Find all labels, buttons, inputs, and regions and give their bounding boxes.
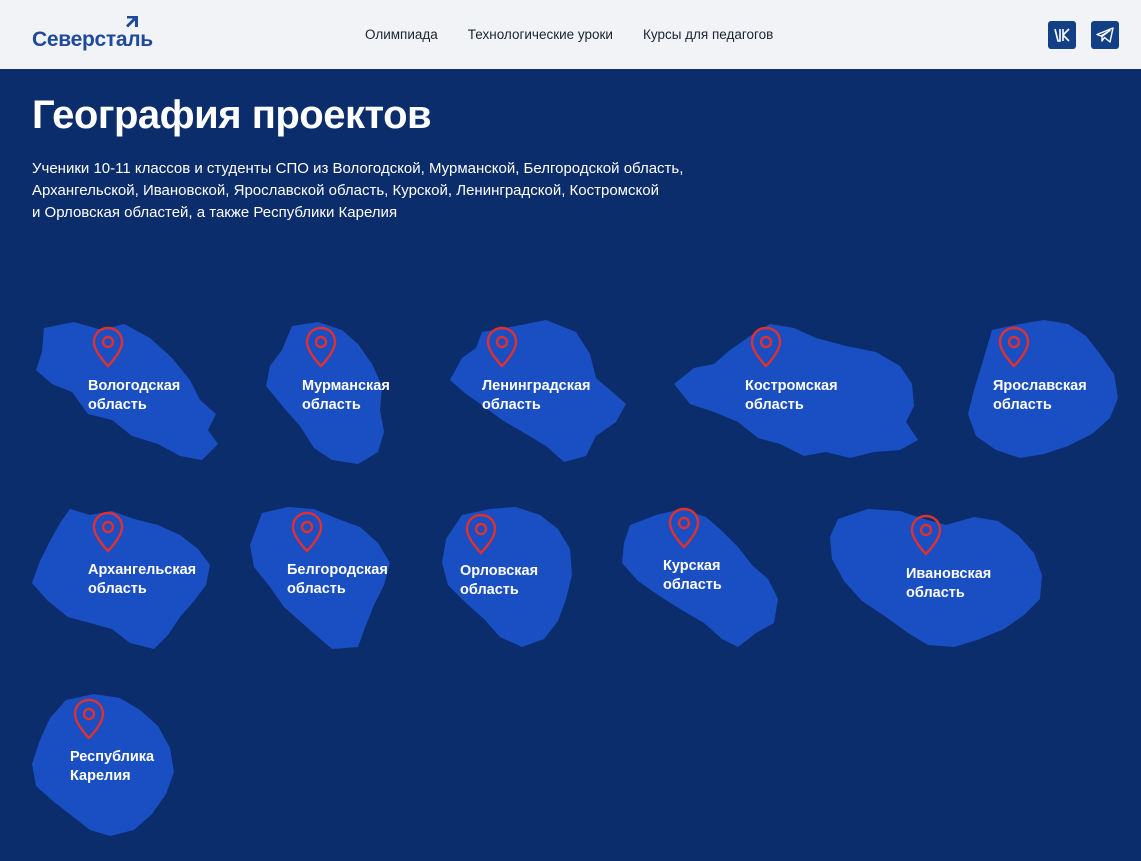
vk-button[interactable] xyxy=(1048,21,1076,49)
page-description: Ученики 10-11 классов и студенты СПО из … xyxy=(32,158,792,224)
map-pin-icon xyxy=(92,326,124,368)
map-pin-icon xyxy=(998,326,1030,368)
map-pin-icon xyxy=(486,326,518,368)
region-card-kostroma[interactable]: Костромская область xyxy=(668,320,924,462)
region-label: Костромская область xyxy=(745,378,838,413)
map-pin-icon xyxy=(750,326,782,368)
logo-mark-icon xyxy=(126,16,138,28)
region-label: Архангельская область xyxy=(88,562,197,597)
region-card-arkhangelsk[interactable]: Архангельская область xyxy=(30,505,220,653)
region-label: Ярославская область xyxy=(993,378,1087,413)
map-pin-icon xyxy=(291,511,323,553)
telegram-button[interactable] xyxy=(1091,21,1119,49)
region-label: Орловская область xyxy=(460,563,539,598)
vk-icon xyxy=(1054,28,1070,42)
region-label: Белгородская область xyxy=(287,562,388,597)
description-line: Ученики 10-11 классов и студенты СПО из … xyxy=(32,160,684,177)
region-card-leningrad[interactable]: Ленинградская область xyxy=(446,318,630,466)
region-card-ivanovo[interactable]: Ивановская область xyxy=(828,505,1046,651)
region-card-belgorod[interactable]: Белгородская область xyxy=(248,505,396,655)
logo-text: Северсталь xyxy=(32,28,153,51)
description-line: и Орловская областей, а также Республики… xyxy=(32,204,398,221)
map-pin-icon xyxy=(73,698,105,740)
telegram-icon xyxy=(1096,27,1114,43)
severstal-logo[interactable]: Северсталь xyxy=(32,16,153,50)
nav-tech-lessons[interactable]: Технологические уроки xyxy=(468,27,613,43)
region-label: Республика Карелия xyxy=(70,749,155,784)
region-card-yaroslavl[interactable]: Ярославская область xyxy=(964,318,1120,464)
region-card-orel[interactable]: Орловская область xyxy=(440,505,576,651)
region-card-kursk[interactable]: Курская область xyxy=(618,505,782,653)
main-nav: Олимпиада Технологические уроки Курсы дл… xyxy=(365,27,773,43)
region-label: Ивановская область xyxy=(906,566,992,601)
map-pin-icon xyxy=(668,507,700,549)
map-pin-icon xyxy=(305,326,337,368)
map-pin-icon xyxy=(92,511,124,553)
region-label: Вологодская область xyxy=(88,378,181,413)
nav-teacher-courses[interactable]: Курсы для педагогов xyxy=(643,27,773,43)
region-card-murmansk[interactable]: Мурманская область xyxy=(262,320,402,468)
region-label: Мурманская область xyxy=(302,378,390,413)
description-line: Архангельской, Ивановской, Ярославской о… xyxy=(32,182,659,199)
region-label: Курская область xyxy=(663,558,722,593)
region-card-vologda[interactable]: Вологодская область xyxy=(32,318,222,463)
page-title: География проектов xyxy=(32,93,432,137)
map-pin-icon xyxy=(910,514,942,556)
region-label: Ленинградская область xyxy=(482,378,591,413)
nav-olympiad[interactable]: Олимпиада xyxy=(365,27,438,43)
site-header: Северсталь Олимпиада Технологические уро… xyxy=(0,0,1141,69)
map-pin-icon xyxy=(465,513,497,555)
region-card-karelia[interactable]: Республика Карелия xyxy=(30,690,180,840)
